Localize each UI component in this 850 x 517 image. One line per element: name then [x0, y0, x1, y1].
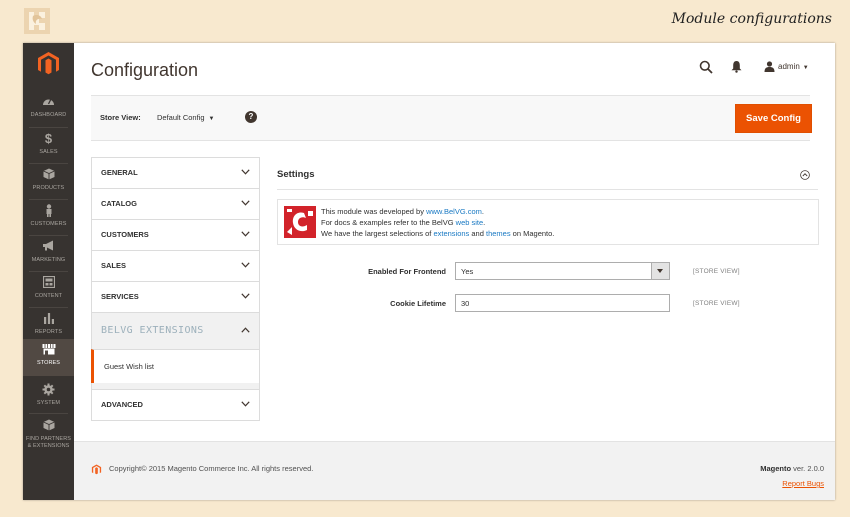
cube-icon: [23, 419, 74, 433]
main-content: Configuration admin ▼ Store View: Default…: [74, 43, 835, 500]
help-icon[interactable]: ?: [245, 111, 257, 123]
nav-find-partners[interactable]: FIND PARTNERS & EXTENSIONS: [23, 415, 74, 455]
tab-label: ADVANCED: [101, 400, 143, 409]
copyright-text: Copyright© 2015 Magento Commerce Inc. Al…: [109, 464, 314, 473]
user-menu[interactable]: admin ▼: [764, 60, 809, 74]
chevron-up-icon: [241, 327, 250, 333]
tab-services[interactable]: SERVICES: [91, 281, 260, 312]
nav-label: DASHBOARD: [30, 112, 67, 118]
belvg-site-link[interactable]: www.BelVG.com: [426, 207, 482, 216]
divider: [277, 189, 818, 190]
nav-system[interactable]: SYSTEM: [23, 379, 74, 415]
nav-sales[interactable]: $ SALES: [23, 128, 74, 164]
tab-label: CATALOG: [101, 199, 137, 208]
save-config-button[interactable]: Save Config: [735, 104, 812, 133]
nav-label: REPORTS: [34, 329, 63, 335]
nav-products[interactable]: PRODUCTS: [23, 164, 74, 200]
tab-catalog[interactable]: CATALOG: [91, 188, 260, 219]
page-title: Configuration: [91, 60, 199, 80]
box-icon: [23, 168, 74, 182]
chevron-down-icon: [241, 262, 250, 268]
gear-icon: [23, 383, 74, 397]
tab-belvg-extensions[interactable]: BELVG EXTENSIONS: [91, 312, 260, 349]
magento-logo-icon[interactable]: [36, 51, 61, 76]
chevron-down-icon: [241, 169, 250, 175]
nav-label: MARKETING: [31, 257, 66, 263]
content-icon: [23, 275, 74, 290]
nav-label: CUSTOMERS: [30, 221, 67, 227]
tab-label: SALES: [101, 261, 127, 270]
tab-customers[interactable]: CUSTOMERS: [91, 219, 260, 250]
chevron-down-icon: [241, 401, 250, 407]
tab-label: BELVG EXTENSIONS: [101, 325, 204, 336]
nav-label: PRODUCTS: [32, 185, 65, 191]
chevron-down-icon: ▼: [208, 116, 215, 122]
nav-label: & EXTENSIONS: [27, 442, 70, 449]
tab-advanced[interactable]: ADVANCED: [91, 389, 260, 421]
dollar-icon: $: [44, 131, 53, 146]
select-value: Yes: [461, 267, 474, 276]
page-actions-bar: Store View: Default Config ▼ ? Save Confi…: [91, 95, 812, 141]
chevron-down-icon: [241, 231, 250, 237]
caption: Module configurations: [671, 11, 832, 27]
belvg-info-box: This module was developed by www.BelVG.c…: [277, 199, 819, 245]
tab-label: Guest Wish list: [104, 362, 155, 371]
chevron-down-icon: ▼: [802, 65, 809, 71]
belvg-info-text: This module was developed by www.BelVG.c…: [321, 207, 555, 238]
extensions-link[interactable]: extensions: [433, 229, 469, 238]
store-view-value: Default Config: [157, 113, 205, 122]
nav-marketing[interactable]: MARKETING: [23, 236, 74, 272]
admin-window: DASHBOARD $ SALES PRODUCTS CUSTOMERS MAR…: [23, 43, 835, 500]
cookie-lifetime-input[interactable]: 30: [455, 294, 670, 312]
footer: Copyright© 2015 Magento Commerce Inc. Al…: [74, 441, 835, 500]
tab-label: SERVICES: [101, 292, 139, 301]
themes-link[interactable]: themes: [486, 229, 511, 238]
nav-label: FIND PARTNERS: [25, 436, 72, 442]
input-value: 30: [461, 299, 470, 308]
cookie-lifetime-label: Cookie Lifetime: [390, 299, 446, 308]
web-site-link[interactable]: web site: [456, 218, 484, 227]
enabled-frontend-label: Enabled For Frontend: [368, 267, 446, 276]
nav-content[interactable]: CONTENT: [23, 272, 74, 308]
version-text: Magento ver. 2.0.0: [760, 464, 824, 473]
nav-customers[interactable]: CUSTOMERS: [23, 200, 74, 236]
config-tabs: GENERAL CATALOG CUSTOMERS SALES SERVICES…: [91, 157, 260, 421]
nav-stores[interactable]: STORES: [23, 339, 74, 376]
user-name: admin: [778, 62, 800, 71]
tab-label: CUSTOMERS: [101, 230, 149, 239]
nav-label: STORES: [36, 360, 61, 366]
chevron-down-icon: [651, 263, 669, 279]
person-icon: [23, 204, 74, 218]
enabled-frontend-select[interactable]: Yes: [455, 262, 670, 280]
admin-nav: DASHBOARD $ SALES PRODUCTS CUSTOMERS MAR…: [23, 43, 74, 500]
tab-guest-wish-list[interactable]: Guest Wish list: [91, 349, 260, 383]
tab-label: GENERAL: [101, 168, 138, 177]
bar-chart-icon: [23, 312, 74, 326]
settings-section-title[interactable]: Settings: [277, 169, 314, 180]
megaphone-icon: [23, 240, 74, 254]
dashboard-icon: [23, 95, 74, 109]
report-bugs-link[interactable]: Report Bugs: [782, 479, 824, 488]
belvg-logo: [24, 8, 50, 34]
store-view-switcher[interactable]: Default Config ▼: [157, 113, 214, 122]
nav-dashboard[interactable]: DASHBOARD: [23, 91, 74, 127]
bell-icon[interactable]: [731, 60, 742, 73]
user-icon: [764, 61, 775, 73]
scope-label: [STORE VIEW]: [693, 268, 740, 275]
chevron-down-icon: [241, 293, 250, 299]
magento-logo-icon: [91, 464, 102, 475]
store-icon: [23, 343, 74, 357]
chevron-down-icon: [241, 200, 250, 206]
nav-label: SALES: [39, 149, 58, 155]
search-icon[interactable]: [699, 60, 713, 74]
store-view-label: Store View:: [100, 113, 141, 122]
belvg-logo-icon: [284, 206, 316, 238]
nav-label: CONTENT: [34, 293, 63, 299]
tab-sales[interactable]: SALES: [91, 250, 260, 281]
tab-general[interactable]: GENERAL: [91, 157, 260, 188]
collapse-circle-icon[interactable]: [800, 170, 810, 180]
scope-label: [STORE VIEW]: [693, 300, 740, 307]
nav-label: SYSTEM: [36, 400, 61, 406]
